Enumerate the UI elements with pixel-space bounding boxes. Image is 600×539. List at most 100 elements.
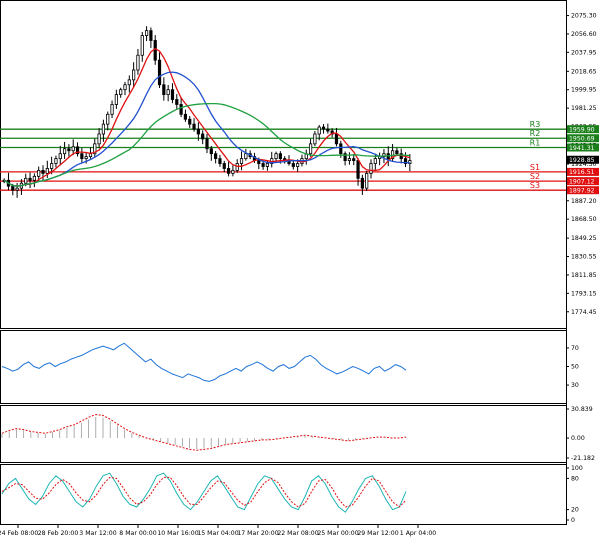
sub-y-tick-label: 80 <box>571 475 579 482</box>
candle-body <box>106 113 110 125</box>
level-tag-label-r3: 1959.90 <box>569 126 595 133</box>
sub-y-tick-label: 30.839 <box>571 406 593 413</box>
sub-y-tick-label: 100 <box>571 465 583 472</box>
candle-body <box>226 168 231 174</box>
y-tick-label: 1774.45 <box>571 309 597 316</box>
x-tick-label: 8 Mar 00:00 <box>119 530 156 537</box>
candle-body <box>80 153 84 160</box>
candle-body <box>183 113 188 120</box>
candle-body <box>54 158 58 164</box>
panel-frame-0 <box>0 0 567 329</box>
candle-body <box>170 89 175 100</box>
candle-body <box>278 153 282 160</box>
level-name-r2: R2 <box>530 129 541 138</box>
candle-body <box>88 153 93 158</box>
candle-body <box>119 89 123 96</box>
level-tag-label-r1: 1941.31 <box>569 145 595 152</box>
candle-body <box>201 133 205 140</box>
candle-body <box>334 133 339 145</box>
level-tag-label-s3: 1897.92 <box>569 188 595 195</box>
candle-body <box>132 69 136 81</box>
y-tick-label: 1999.95 <box>571 87 597 94</box>
x-tick-label: 1 Apr 04:00 <box>400 530 436 537</box>
candle-body <box>97 133 101 145</box>
candle-body <box>321 126 326 130</box>
candle-body <box>179 104 183 115</box>
x-tick-label: 25 Mar 00:00 <box>317 530 358 537</box>
candle-body <box>149 30 153 41</box>
level-name-s1: S1 <box>530 163 540 172</box>
candle-body <box>28 177 32 181</box>
candle-body <box>265 163 270 167</box>
candle-body <box>188 118 192 125</box>
x-tick-label: 3 Mar 12:00 <box>79 530 116 537</box>
candle-body <box>261 163 265 167</box>
panel-frame-3 <box>0 464 567 525</box>
candle-body <box>235 163 239 171</box>
candle-body <box>62 148 67 155</box>
candle-body <box>192 123 196 130</box>
sub-y-tick-label: 0.00 <box>571 435 585 442</box>
level-name-r1: R1 <box>530 138 541 147</box>
y-tick-label: 2037.95 <box>571 49 597 56</box>
x-tick-label: 24 Feb 08:00 <box>0 530 38 537</box>
candle-body <box>37 170 41 177</box>
candle-body <box>41 170 45 174</box>
level-tag-label-r2: 1950.69 <box>569 136 595 143</box>
candle-body <box>308 143 313 155</box>
x-tick-label: 28 Feb 20:00 <box>38 530 79 537</box>
current-price-label: 1928.85 <box>569 157 595 164</box>
sub-y-tick-label: 50 <box>571 364 579 371</box>
y-tick-label: 1981.25 <box>571 105 597 112</box>
y-tick-label: 2075.30 <box>571 13 597 20</box>
x-tick-label: 10 Mar 16:00 <box>157 530 198 537</box>
candle-body <box>365 172 369 189</box>
candle-body <box>144 30 149 36</box>
candle-body <box>110 104 114 115</box>
candle-body <box>175 99 179 105</box>
candle-body <box>71 146 75 152</box>
candle-body <box>317 126 321 135</box>
candle-body <box>231 170 235 174</box>
candle-body <box>153 40 157 61</box>
candle-body <box>313 133 317 145</box>
candle-body <box>32 175 36 181</box>
y-tick-label: 1830.55 <box>571 254 597 261</box>
candle-body <box>222 163 226 169</box>
level-tag-label-s2: 1907.12 <box>569 178 595 185</box>
candle-body <box>136 54 140 71</box>
y-tick-label: 1793.15 <box>571 290 597 297</box>
chart-root: 2075.30 2056.60 2037.95 2018.65 1999.95 1981.… <box>0 0 600 539</box>
candle-body <box>395 150 399 155</box>
candle-body <box>369 163 373 174</box>
candle-body <box>274 153 278 160</box>
candle-body <box>244 153 248 160</box>
panel-frame-2 <box>0 405 567 463</box>
level-name-s3: S3 <box>530 181 540 190</box>
candle-body <box>11 185 15 191</box>
candle-body <box>352 158 356 161</box>
y-tick-label: 2056.60 <box>571 31 597 38</box>
candle-body <box>101 123 106 135</box>
level-tag-label-s1: 1916.51 <box>569 169 595 176</box>
x-tick-label: 29 Mar 12:00 <box>357 530 398 537</box>
candle-body <box>140 35 144 56</box>
candle-body <box>127 79 131 86</box>
y-tick-label: 1849.25 <box>571 235 597 242</box>
candle-body <box>205 138 209 150</box>
candle-body <box>296 163 300 167</box>
candle-body <box>196 128 200 135</box>
candle-body <box>166 89 170 96</box>
candle-body <box>162 84 166 96</box>
candle-body <box>45 168 49 174</box>
x-tick-label: 17 Mar 20:00 <box>237 530 278 537</box>
candle-body <box>239 158 244 164</box>
panel-frame-1 <box>0 330 567 404</box>
candle-body <box>123 84 127 91</box>
candle-body <box>257 160 261 164</box>
chart-svg: 2075.30 2056.60 2037.95 2018.65 1999.95 1981.… <box>0 0 599 537</box>
candle-body <box>209 148 213 155</box>
candle-body <box>114 94 118 105</box>
y-tick-label: 1868.50 <box>571 216 597 223</box>
sub-y-tick-label: 20 <box>571 507 579 514</box>
